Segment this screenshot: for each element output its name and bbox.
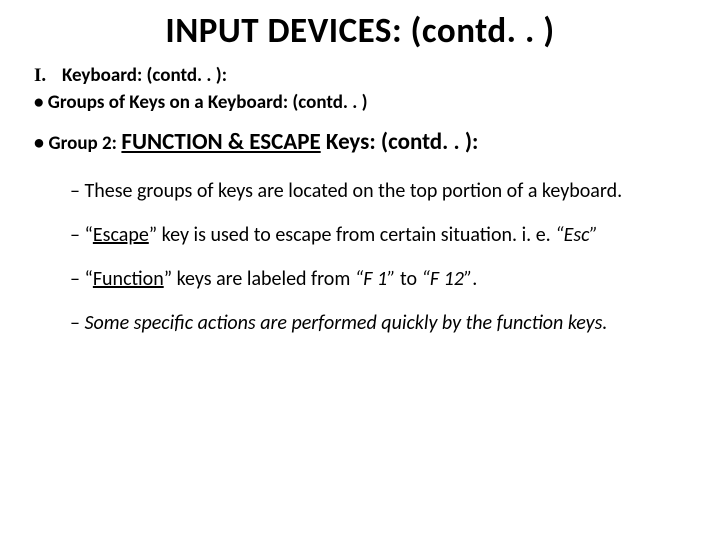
f1-label: “F 1” [355,267,396,291]
sub-bullets: – These groups of keys are located on th… [70,170,686,344]
bullet-groups-of-keys: Groups of Keys on a Keyboard: (contd. . … [34,91,686,114]
sub-4: – Some specific actions are performed qu… [70,302,686,344]
group2-label: Group 2: [48,132,116,155]
heading-marker: I. [34,65,62,87]
slide-title: INPUT DEVICES: (contd. . ) [34,10,686,52]
sub-3: – “Function” keys are labeled from “F 1”… [70,258,686,300]
term-function: Function [93,267,164,291]
esc-key-label: “Esc” [555,223,598,247]
slide: INPUT DEVICES: (contd. . ) I.Keyboard: (… [0,0,720,540]
bullet-group-2: Group 2: FUNCTION & ESCAPE Keys: (contd.… [34,128,686,156]
sub-4-text: Some specific actions are performed quic… [84,311,607,335]
sub-2: – “Escape” key is used to escape from ce… [70,214,686,256]
f12-label: “F 12” [422,267,473,291]
heading-text: Keyboard: (contd. . ): [62,64,227,87]
sub-1: – These groups of keys are located on th… [70,170,686,212]
group2-function-escape: FUNCTION & ESCAPE [121,128,320,156]
term-escape: Escape [93,223,149,247]
group2-tail: Keys: (contd. . ): [321,128,479,156]
sub-1-text: These groups of keys are located on the … [84,179,622,203]
heading-keyboard: I.Keyboard: (contd. . ): [34,64,686,87]
